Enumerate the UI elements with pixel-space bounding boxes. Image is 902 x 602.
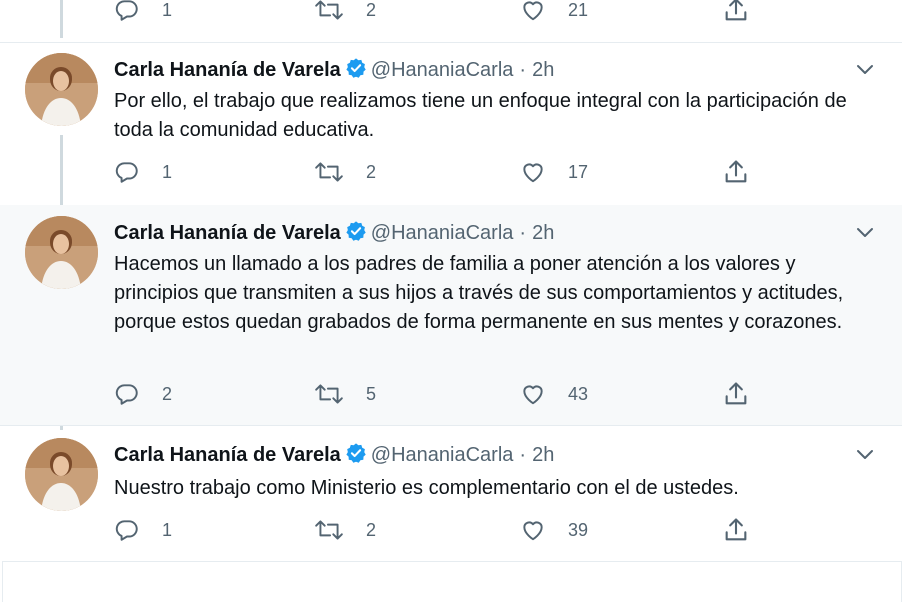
tweet-text: Nuestro trabajo como Ministerio es compl… [114,477,739,499]
share-icon [725,518,747,541]
retweet-button[interactable]: 2 [314,0,376,25]
avatar[interactable] [25,53,98,126]
tweet-actions: 1 2 21 [114,0,774,25]
timestamp[interactable]: 2h [532,59,554,81]
retweet-icon [315,384,343,404]
chevron-down-icon[interactable] [853,442,877,466]
retweet-count: 5 [366,383,377,404]
like-count: 43 [568,383,589,404]
retweet-button[interactable]: 2 [314,515,376,545]
tweet-actions: 2 5 43 [114,379,774,409]
reply-button[interactable]: 2 [114,379,172,409]
avatar[interactable] [25,438,98,511]
avatar[interactable] [25,216,98,289]
next-tweet-placeholder [2,561,902,602]
share-button[interactable] [722,0,750,25]
author-handle[interactable]: @HananiaCarla [371,444,514,466]
reply-count: 1 [162,161,173,182]
retweet-icon [315,162,343,182]
share-button[interactable] [722,379,750,409]
reply-icon [115,0,138,21]
like-count: 17 [568,161,589,182]
share-button[interactable] [722,515,750,545]
verified-badge-icon [346,443,366,463]
share-button[interactable] [722,157,750,187]
chevron-down-icon[interactable] [853,57,877,81]
retweet-count: 2 [366,519,377,540]
reply-count: 2 [162,383,173,404]
retweet-icon [315,520,343,540]
like-button[interactable]: 21 [520,0,588,25]
thread-line [60,0,63,38]
share-icon [725,0,747,21]
retweet-icon [315,0,343,20]
separator: · [519,444,527,466]
timestamp[interactable]: 2h [532,444,554,466]
tweet[interactable]: Carla Hananía de Varela @HananiaCarla · 2h … [0,43,902,204]
reply-icon [115,162,138,183]
tweet[interactable]: Carla Hananía de Varela @HananiaCarla · 2h … [0,205,902,425]
like-icon [523,521,543,541]
verified-badge-icon [346,58,366,78]
author-name[interactable]: Carla Hananía de Varela [114,444,341,466]
author-handle[interactable]: @HananiaCarla [371,59,514,81]
like-count: 21 [568,0,589,20]
reply-count: 1 [162,519,173,540]
like-button[interactable]: 43 [520,379,588,409]
tweet-actions: 1 2 17 [114,157,774,187]
author-name[interactable]: Carla Hananía de Varela [114,222,341,244]
retweet-count: 2 [366,161,377,182]
tweet-feed: 1 2 21 Carla Hananía de Varela @HananiaCa… [0,0,902,602]
tweet-actions: 1 2 39 [114,515,774,545]
like-button[interactable]: 17 [520,157,588,187]
like-button[interactable]: 39 [520,515,588,545]
like-icon [523,385,543,405]
author-name[interactable]: Carla Hananía de Varela [114,59,341,81]
timestamp[interactable]: 2h [532,222,554,244]
like-icon [523,1,543,21]
reply-button[interactable]: 1 [114,157,172,187]
tweet-text: Por ello, el trabajo que realizamos tien… [114,90,847,141]
verified-badge-icon [346,221,366,241]
share-icon [725,160,747,183]
reply-count: 1 [162,0,173,20]
author-handle[interactable]: @HananiaCarla [371,222,514,244]
retweet-count: 2 [366,0,377,20]
separator: · [519,59,527,81]
tweet-header: Carla Hananía de Varela @HananiaCarla · 2h [114,220,554,245]
retweet-button[interactable]: 2 [314,157,376,187]
like-icon [523,163,543,183]
tweet-header: Carla Hananía de Varela @HananiaCarla · 2h [114,57,554,82]
reply-icon [115,520,138,541]
reply-icon [115,384,138,405]
tweet-header: Carla Hananía de Varela @HananiaCarla · 2h [114,442,554,467]
share-icon [725,382,747,405]
tweet-text: Hacemos un llamado a los padres de famil… [114,253,844,333]
like-count: 39 [568,519,589,540]
chevron-down-icon[interactable] [853,220,877,244]
reply-button[interactable]: 1 [114,515,172,545]
retweet-button[interactable]: 5 [314,379,376,409]
reply-button[interactable]: 1 [114,0,172,25]
separator: · [519,222,527,244]
tweet[interactable]: Carla Hananía de Varela @HananiaCarla · 2h … [0,426,902,561]
